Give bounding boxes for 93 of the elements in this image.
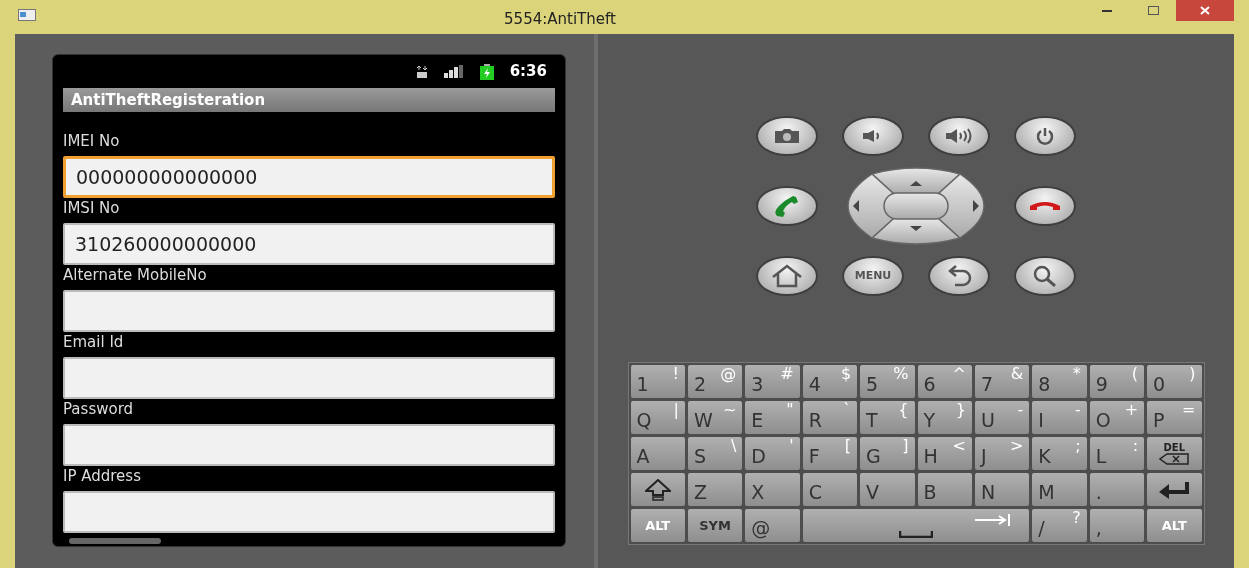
minimize-icon: [1102, 9, 1112, 12]
end-call-button[interactable]: [1014, 186, 1076, 226]
window-icon: [18, 9, 36, 21]
volume-up-icon: [945, 128, 973, 144]
keyboard-key[interactable]: S \: [687, 437, 743, 470]
keyboard-key[interactable]: V: [860, 473, 915, 506]
keyboard-key[interactable]: 8 *: [1032, 365, 1087, 398]
field-label: IP Address: [63, 467, 141, 485]
enter-key[interactable]: [1147, 473, 1202, 506]
camera-icon: [774, 128, 800, 144]
keyboard-key[interactable]: 6 ^: [917, 365, 972, 398]
back-button[interactable]: [928, 256, 990, 296]
space-key[interactable]: [802, 509, 1030, 542]
keyboard-key[interactable]: X: [745, 473, 800, 506]
keyboard-key[interactable]: H <: [917, 437, 972, 470]
keyboard-key[interactable]: U -: [974, 401, 1030, 434]
close-button[interactable]: [1176, 0, 1234, 21]
keyboard-key[interactable]: SYM: [687, 509, 743, 542]
shift-icon: [644, 478, 671, 501]
maximize-icon: [1147, 6, 1159, 15]
volume-down-button[interactable]: [842, 116, 904, 156]
keyboard-key[interactable]: N: [974, 473, 1030, 506]
field-label: Alternate MobileNo: [63, 266, 207, 284]
home-icon: [770, 264, 804, 288]
keyboard-key[interactable]: 1 !: [630, 365, 685, 398]
keyboard-key[interactable]: L :: [1089, 437, 1145, 470]
input-field[interactable]: 000000000000000: [63, 156, 555, 198]
keyboard-key[interactable]: .: [1089, 473, 1145, 506]
field-label: Email Id: [63, 333, 124, 351]
keyboard-key[interactable]: F [: [802, 437, 858, 470]
window-title: 5554:AntiTheft: [503, 9, 617, 30]
keyboard-key[interactable]: G ]: [860, 437, 915, 470]
keyboard-key[interactable]: R `: [802, 401, 858, 434]
keyboard-key[interactable]: C: [802, 473, 858, 506]
keyboard-key[interactable]: / ?: [1032, 509, 1087, 542]
search-button[interactable]: [1014, 256, 1076, 296]
keyboard-key[interactable]: Q |: [630, 401, 685, 434]
keyboard-key[interactable]: Z: [687, 473, 743, 506]
keyboard-key[interactable]: T {: [860, 401, 915, 434]
keyboard-key[interactable]: M: [1032, 473, 1087, 506]
shift-key[interactable]: [630, 473, 685, 506]
input-field[interactable]: [63, 424, 555, 466]
input-field[interactable]: [63, 290, 555, 332]
network-3g-icon: [415, 64, 428, 79]
keyboard-key[interactable]: 5 %: [860, 365, 915, 398]
keyboard-key[interactable]: Y }: [917, 401, 972, 434]
input-field[interactable]: 310260000000000: [63, 223, 555, 265]
keyboard-key[interactable]: E ": [745, 401, 800, 434]
backspace-icon: [1159, 452, 1190, 465]
keyboard-key[interactable]: B: [917, 473, 972, 506]
field-label: IMSI No: [63, 199, 120, 217]
search-icon: [1032, 265, 1058, 287]
keyboard-key[interactable]: @: [745, 509, 800, 542]
input-field[interactable]: [63, 491, 555, 533]
keyboard-key[interactable]: DEL: [1147, 437, 1202, 470]
keyboard-key[interactable]: 7 &: [974, 365, 1030, 398]
app-title-bar: AntiTheftRegisteration: [63, 88, 555, 112]
keyboard-key[interactable]: 4 $: [802, 365, 858, 398]
keyboard-key[interactable]: P =: [1147, 401, 1202, 434]
status-time: 6:36: [509, 61, 547, 83]
signal-icon: [443, 65, 464, 78]
home-button[interactable]: [756, 256, 818, 296]
power-button[interactable]: [1014, 116, 1076, 156]
menu-button[interactable]: MENU: [842, 256, 904, 296]
keyboard-key[interactable]: ALT: [630, 509, 685, 542]
keyboard-key[interactable]: 0 ): [1147, 365, 1202, 398]
keyboard-key[interactable]: ,: [1089, 509, 1145, 542]
keyboard-key[interactable]: D ': [745, 437, 800, 470]
tab-icon: [975, 514, 1012, 526]
battery-icon: [479, 63, 494, 80]
keyboard-key[interactable]: 9 (: [1089, 365, 1145, 398]
camera-button[interactable]: [756, 116, 818, 156]
keyboard-key[interactable]: 3 #: [745, 365, 800, 398]
field-label: Password: [63, 400, 134, 418]
keyboard-key[interactable]: K ;: [1032, 437, 1087, 470]
dpad-center-button[interactable]: [883, 192, 949, 220]
keyboard-key[interactable]: J >: [974, 437, 1030, 470]
keyboard-key[interactable]: ALT: [1147, 509, 1202, 542]
field-label: IMEI No: [63, 132, 120, 150]
keyboard-key[interactable]: A: [630, 437, 685, 470]
hang-up-icon: [1029, 200, 1061, 212]
enter-icon: [1157, 479, 1192, 500]
volume-up-button[interactable]: [928, 116, 990, 156]
keyboard-key[interactable]: W ~: [687, 401, 743, 434]
input-field[interactable]: [63, 357, 555, 399]
phone-icon: [773, 194, 801, 218]
keyboard-key[interactable]: 2 @: [687, 365, 743, 398]
close-icon: [1200, 6, 1210, 15]
call-button[interactable]: [756, 186, 818, 226]
keyboard-key[interactable]: O +: [1089, 401, 1145, 434]
space-icon: [898, 531, 933, 538]
power-icon: [1035, 126, 1055, 146]
keyboard-key[interactable]: I -: [1032, 401, 1087, 434]
